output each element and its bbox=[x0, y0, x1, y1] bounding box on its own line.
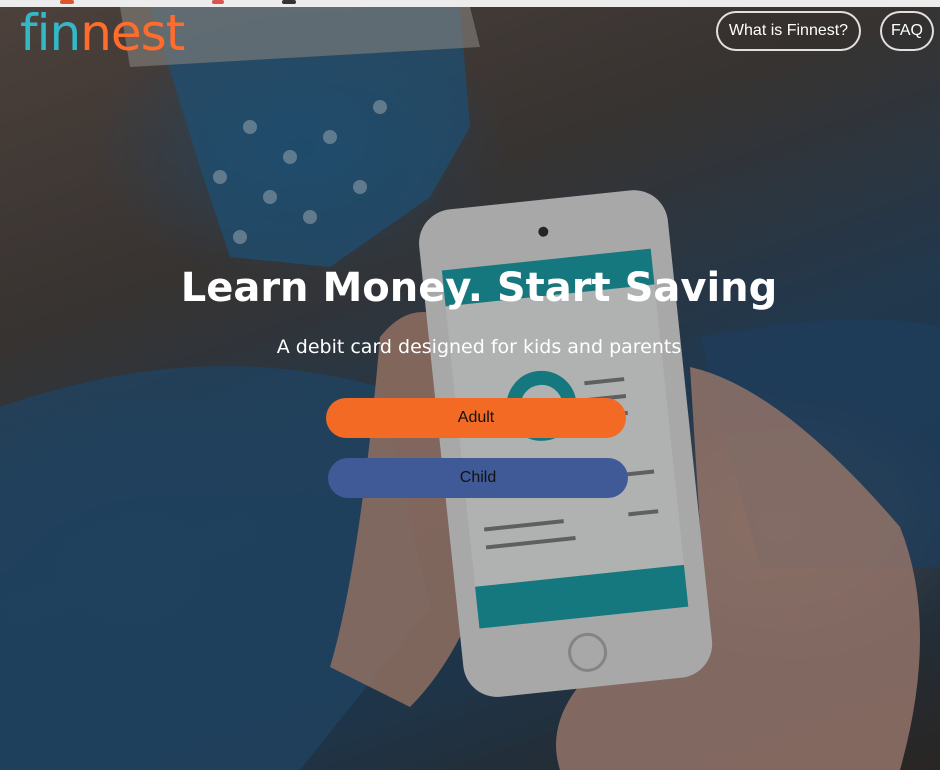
hero-overlay bbox=[0, 7, 940, 770]
hero-background bbox=[0, 7, 940, 770]
strip-mark bbox=[282, 0, 296, 4]
logo-part-fin: fin bbox=[20, 4, 81, 62]
child-button[interactable]: Child bbox=[328, 458, 628, 498]
what-is-finnest-button[interactable]: What is Finnest? bbox=[716, 11, 861, 51]
finnest-logo[interactable]: finnest bbox=[20, 3, 185, 63]
hero-headline: Learn Money. Start Saving bbox=[180, 265, 778, 311]
faq-button[interactable]: FAQ bbox=[880, 11, 934, 51]
logo-part-nest: nest bbox=[80, 4, 185, 62]
adult-button[interactable]: Adult bbox=[326, 398, 626, 438]
strip-mark bbox=[212, 0, 224, 4]
hero-subheadline: A debit card designed for kids and paren… bbox=[276, 336, 682, 358]
